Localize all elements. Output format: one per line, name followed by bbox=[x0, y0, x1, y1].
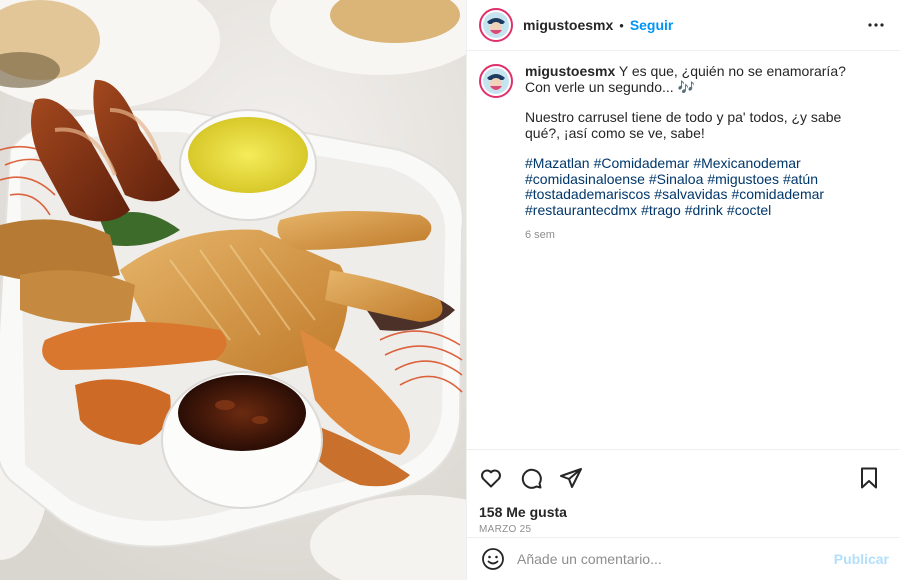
bookmark-icon bbox=[861, 467, 877, 489]
caption-username[interactable]: migustoesmx bbox=[525, 63, 615, 79]
hashtag-link[interactable]: #migustoes bbox=[707, 171, 779, 187]
heart-icon bbox=[481, 469, 501, 488]
hashtag-link[interactable]: #Comidademar bbox=[594, 155, 690, 171]
hashtag-link[interactable]: #tostadademariscos bbox=[525, 186, 650, 202]
likes-count[interactable]: 158 Me gusta bbox=[479, 504, 889, 520]
hashtag-link[interactable]: #coctel bbox=[727, 202, 771, 218]
header-username[interactable]: migustoesmx bbox=[523, 17, 613, 33]
emoji-button[interactable] bbox=[481, 547, 505, 571]
save-button[interactable] bbox=[857, 466, 881, 490]
emoji-icon bbox=[482, 548, 504, 570]
post-photo[interactable] bbox=[0, 0, 466, 580]
hashtag-link[interactable]: #drink bbox=[685, 202, 723, 218]
caption-avatar[interactable] bbox=[479, 64, 513, 98]
hashtag-link[interactable]: #comidademar bbox=[731, 186, 824, 202]
hashtag-link[interactable]: #Mazatlan bbox=[525, 155, 590, 171]
hashtag-link[interactable]: #atún bbox=[783, 171, 818, 187]
hashtag-list: #Mazatlan #Comidademar #Mexicanodemar #com… bbox=[525, 155, 875, 218]
hashtag-link[interactable]: #trago bbox=[641, 202, 681, 218]
caption-line-2: Nuestro carrusel tiene de todo y pa' tod… bbox=[525, 109, 842, 141]
comment-box: Publicar bbox=[467, 537, 900, 580]
publish-button[interactable]: Publicar bbox=[834, 551, 889, 567]
hashtag-link[interactable]: #Mexicanodemar bbox=[693, 155, 800, 171]
more-options-button[interactable] bbox=[864, 13, 888, 37]
avatar[interactable] bbox=[479, 8, 513, 42]
share-button[interactable] bbox=[559, 466, 583, 490]
avatar-logo-icon bbox=[479, 64, 513, 98]
post-caption: migustoesmx Y es que, ¿quién no se enamo… bbox=[467, 52, 900, 244]
caption-line-1: migustoesmx Y es que, ¿quién no se enamo… bbox=[525, 63, 875, 95]
action-icons bbox=[479, 458, 889, 498]
separator-dot: • bbox=[619, 17, 624, 33]
like-button[interactable] bbox=[479, 466, 503, 490]
caption-text: migustoesmx Y es que, ¿quién no se enamo… bbox=[525, 63, 875, 244]
hashtag-link[interactable]: #restaurantecdmx bbox=[525, 202, 637, 218]
comment-input[interactable] bbox=[517, 551, 834, 567]
comment-icon bbox=[521, 468, 542, 489]
post-date[interactable]: MARZO 25 bbox=[479, 524, 889, 535]
instagram-post: migustoesmx • Seguir migustoesmx Y es qu… bbox=[0, 0, 900, 580]
post-side-panel: migustoesmx • Seguir migustoesmx Y es qu… bbox=[466, 0, 900, 580]
comment-button[interactable] bbox=[519, 466, 543, 490]
hashtag-link[interactable]: #comidasinaloense bbox=[525, 171, 645, 187]
hashtag-link[interactable]: #salvavidas bbox=[654, 186, 727, 202]
hashtag-link[interactable]: #Sinaloa bbox=[649, 171, 704, 187]
seafood-platter-image bbox=[0, 0, 466, 580]
avatar-logo-icon bbox=[479, 8, 513, 42]
share-icon bbox=[560, 468, 582, 488]
post-header: migustoesmx • Seguir bbox=[467, 0, 900, 51]
post-actions: 158 Me gusta MARZO 25 bbox=[467, 449, 900, 535]
more-options-icon bbox=[868, 23, 884, 27]
follow-button[interactable]: Seguir bbox=[630, 17, 674, 33]
caption-timestamp[interactable]: 6 sem bbox=[525, 228, 875, 244]
